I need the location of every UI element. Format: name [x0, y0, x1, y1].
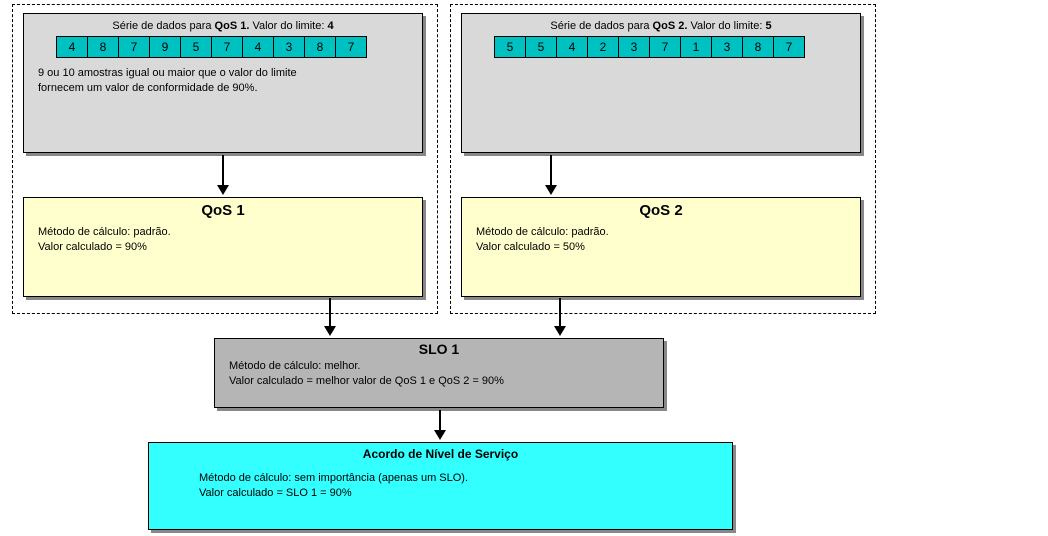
qos2-title: QoS 2 [462, 202, 860, 219]
slo-body: Método de cálculo: melhor. Valor calcula… [215, 359, 663, 389]
data-cell: 3 [273, 36, 304, 58]
threshold-value: 4 [327, 20, 333, 32]
series-header-qos2: Série de dados para QoS 2. Valor do limi… [462, 20, 860, 32]
threshold-label: Valor do limite: [249, 20, 327, 32]
series-prefix: Série de dados para [550, 20, 652, 32]
data-cell: 7 [118, 36, 149, 58]
calc-line: Valor calculado = 90% [38, 240, 408, 255]
data-row-qos1: 4 8 7 9 5 7 4 3 8 7 [56, 36, 422, 58]
group-qos1: Série de dados para QoS 1. Valor do limi… [12, 4, 438, 314]
sla-box: Acordo de Nível de Serviço Método de cál… [148, 442, 733, 530]
method-line: Método de cálculo: padrão. [38, 225, 408, 240]
data-cell: 8 [87, 36, 118, 58]
series-prefix: Série de dados para [112, 20, 214, 32]
qos1-title: QoS 1 [24, 202, 422, 219]
series-header-qos1: Série de dados para QoS 1. Valor do limi… [24, 20, 422, 32]
data-cell: 3 [711, 36, 742, 58]
data-cell: 7 [211, 36, 242, 58]
slo-title: SLO 1 [215, 341, 663, 357]
slo-box: SLO 1 Método de cálculo: melhor. Valor c… [214, 338, 664, 408]
data-cell: 7 [649, 36, 680, 58]
data-cell: 8 [304, 36, 335, 58]
method-line: Método de cálculo: padrão. [476, 225, 846, 240]
threshold-label: Valor do limite: [687, 20, 765, 32]
data-cell: 8 [742, 36, 773, 58]
qos1-body: Método de cálculo: padrão. Valor calcula… [24, 225, 422, 255]
sla-body: Método de cálculo: sem importância (apen… [149, 471, 732, 501]
data-cell: 3 [618, 36, 649, 58]
qos1-box: QoS 1 Método de cálculo: padrão. Valor c… [23, 197, 423, 297]
series-bold: QoS 1. [215, 20, 250, 32]
qos2-body: Método de cálculo: padrão. Valor calcula… [462, 225, 860, 255]
note-qos1: 9 ou 10 amostras igual ou maior que o va… [24, 66, 422, 96]
data-cell: 4 [556, 36, 587, 58]
data-cell: 5 [494, 36, 525, 58]
data-cell: 4 [242, 36, 273, 58]
data-cell: 5 [180, 36, 211, 58]
data-cell: 7 [773, 36, 805, 58]
note-line: fornecem um valor de conformidade de 90%… [38, 81, 408, 96]
calc-line: Valor calculado = 50% [476, 240, 846, 255]
data-cell: 7 [335, 36, 367, 58]
data-cell: 2 [587, 36, 618, 58]
data-box-qos1: Série de dados para QoS 1. Valor do limi… [23, 13, 423, 153]
note-line: 9 ou 10 amostras igual ou maior que o va… [38, 66, 408, 81]
method-line: Método de cálculo: melhor. [229, 359, 649, 374]
calc-line: Valor calculado = SLO 1 = 90% [199, 486, 718, 501]
data-row-qos2: 5 5 4 2 3 7 1 3 8 7 [494, 36, 860, 58]
data-cell: 1 [680, 36, 711, 58]
method-line: Método de cálculo: sem importância (apen… [199, 471, 718, 486]
data-box-qos2: Série de dados para QoS 2. Valor do limi… [461, 13, 861, 153]
data-cell: 9 [149, 36, 180, 58]
qos2-box: QoS 2 Método de cálculo: padrão. Valor c… [461, 197, 861, 297]
data-cell: 5 [525, 36, 556, 58]
threshold-value: 5 [765, 20, 771, 32]
sla-title: Acordo de Nível de Serviço [149, 447, 732, 461]
calc-line: Valor calculado = melhor valor de QoS 1 … [229, 374, 649, 389]
group-qos2: Série de dados para QoS 2. Valor do limi… [450, 4, 876, 314]
series-bold: QoS 2. [653, 20, 688, 32]
data-cell: 4 [56, 36, 87, 58]
